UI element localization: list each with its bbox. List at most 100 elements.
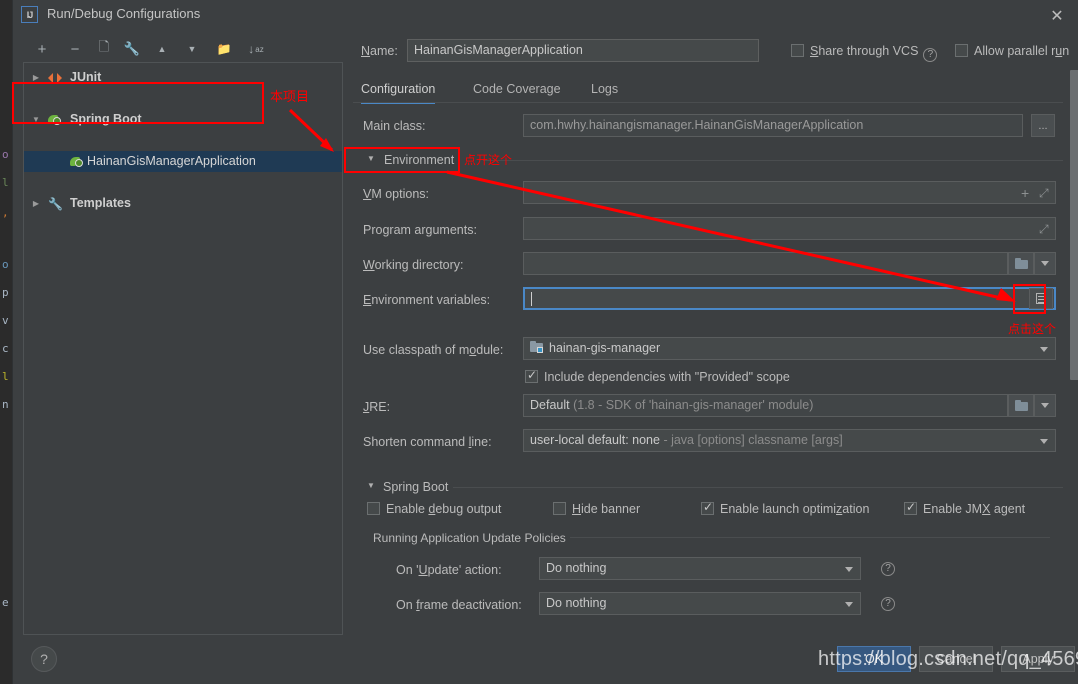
tree-item-templates[interactable]: ▶ 🔧 Templates xyxy=(24,193,342,214)
tree-item-label: Templates xyxy=(70,196,131,210)
enable-debug-output-checkbox[interactable]: Enable debug output xyxy=(367,502,501,516)
wrench-icon[interactable]: 🔧 xyxy=(121,38,143,60)
folder-icon xyxy=(1014,399,1028,411)
working-directory-browse-button[interactable] xyxy=(1008,252,1034,275)
use-classpath-combo[interactable]: hainan-gis-manager xyxy=(523,337,1056,360)
jre-combo[interactable]: Default (1.8 - SDK of 'hainan-gis-manage… xyxy=(523,394,1008,417)
on-update-action-combo[interactable]: Do nothing xyxy=(539,557,861,580)
on-frame-deactivation-combo[interactable]: Do nothing xyxy=(539,592,861,615)
jre-dropdown-button[interactable] xyxy=(1034,394,1056,417)
sort-az-icon[interactable]: ↓ az xyxy=(245,38,267,60)
shorten-command-line-combo[interactable]: user-local default: none - java [options… xyxy=(523,429,1056,452)
plus-icon[interactable]: + xyxy=(1021,185,1029,201)
chevron-down-icon xyxy=(845,602,853,607)
move-down-button[interactable]: ▼ xyxy=(181,38,203,60)
on-frame-deactivation-value: Do nothing xyxy=(546,596,607,610)
jre-label: JRE: xyxy=(363,400,391,414)
on-update-action-value: Do nothing xyxy=(546,561,607,575)
environment-variables-input[interactable] xyxy=(523,287,1056,310)
spring-boot-section-label: ▼ Spring Boot xyxy=(367,480,449,494)
wrench-icon: 🔧 xyxy=(48,197,63,211)
checkbox-box[interactable] xyxy=(955,44,968,57)
list-editor-icon xyxy=(1036,293,1046,304)
checkbox-box[interactable] xyxy=(701,500,714,515)
jre-browse-button[interactable] xyxy=(1008,394,1034,417)
main-class-browse-button[interactable]: ... xyxy=(1031,114,1055,137)
expand-diagonal-icon[interactable]: ⤢ xyxy=(1039,186,1049,201)
add-configuration-button[interactable]: + xyxy=(31,38,53,60)
question-mark-icon[interactable]: ? xyxy=(923,48,938,62)
background-editor-sliver: o l , o p v c l n e xyxy=(0,0,12,684)
text-cursor xyxy=(531,292,532,306)
title-bar: IJ Run/Debug Configurations ✕ xyxy=(13,0,1078,30)
dialog-title: Run/Debug Configurations xyxy=(47,6,201,21)
enable-launch-optimization-checkbox[interactable]: Enable launch optimization xyxy=(701,500,869,516)
tab-code-coverage[interactable]: Code Coverage xyxy=(473,78,561,102)
checkbox-box[interactable] xyxy=(525,368,538,383)
main-class-input[interactable]: com.hwhy.hainangismanager.HainanGisManag… xyxy=(523,114,1023,137)
enable-jmx-agent-checkbox[interactable]: Enable JMX agent xyxy=(904,500,1025,516)
chevron-down-icon[interactable]: ▼ xyxy=(30,109,42,130)
checkbox-box[interactable] xyxy=(367,502,380,515)
chevron-right-icon[interactable]: ▶ xyxy=(30,67,42,88)
program-arguments-input[interactable] xyxy=(523,217,1056,240)
chevron-right-icon[interactable]: ▶ xyxy=(30,193,42,214)
chevron-down-icon xyxy=(1040,439,1048,444)
chevron-down-icon xyxy=(1040,347,1048,352)
watermark-url: https://blog.csdn.net/qq_45697944 xyxy=(818,648,1078,670)
section-divider xyxy=(570,537,1050,538)
folder-icon xyxy=(1014,257,1028,269)
remove-configuration-button[interactable]: − xyxy=(64,38,86,60)
help-button[interactable]: ? xyxy=(31,646,57,672)
jre-value: Default xyxy=(530,398,570,412)
tab-configuration[interactable]: Configuration xyxy=(361,78,436,104)
shorten-command-line-hint: - java [options] classname [args] xyxy=(663,433,843,447)
copy-configuration-button[interactable]: 🗋 xyxy=(93,38,115,60)
vm-options-label: VM options: xyxy=(363,187,430,201)
spring-boot-icon xyxy=(70,155,84,169)
working-directory-dropdown-button[interactable] xyxy=(1034,252,1056,275)
vm-options-input[interactable] xyxy=(523,181,1056,204)
question-mark-icon[interactable]: ? xyxy=(881,597,895,611)
working-directory-input[interactable] xyxy=(523,252,1008,275)
section-divider xyxy=(483,160,1063,161)
use-classpath-label: Use classpath of module: xyxy=(363,343,504,357)
include-provided-label: Include dependencies with "Provided" sco… xyxy=(544,370,790,384)
tree-item-junit[interactable]: ▶ JUnit xyxy=(24,67,342,88)
intellij-idea-icon: IJ xyxy=(21,6,38,23)
name-input[interactable]: HainanGisManagerApplication xyxy=(407,39,759,62)
tree-item-spring-boot[interactable]: ▼ Spring Boot xyxy=(24,109,342,130)
chevron-down-icon[interactable]: ▼ xyxy=(367,154,375,163)
checkbox-box[interactable] xyxy=(553,502,566,515)
tab-logs[interactable]: Logs xyxy=(591,78,618,102)
chevron-down-icon xyxy=(845,567,853,572)
dialog-body: IJ Run/Debug Configurations ✕ + − 🗋 🔧 ▲ … xyxy=(12,0,1078,684)
junit-icon xyxy=(48,71,62,85)
hide-banner-checkbox[interactable]: Hide banner xyxy=(553,502,640,516)
chevron-down-icon xyxy=(1041,261,1049,266)
spring-boot-icon xyxy=(48,113,62,127)
form-scrollbar-thumb[interactable] xyxy=(1070,70,1078,380)
environment-variables-browse-button[interactable] xyxy=(1029,288,1053,309)
tree-item-hainangismanagerapplication[interactable]: HainanGisManagerApplication xyxy=(24,151,342,172)
checkbox-label: Enable debug output xyxy=(386,502,502,516)
shorten-command-line-label: Shorten command line: xyxy=(363,435,492,449)
working-directory-label: Working directory: xyxy=(363,258,464,272)
chevron-down-icon[interactable]: ▼ xyxy=(367,481,375,490)
checkbox-box[interactable] xyxy=(791,44,804,57)
include-provided-checkbox[interactable]: Include dependencies with "Provided" sco… xyxy=(525,368,790,384)
share-through-vcs-checkbox[interactable]: Share through VCS? xyxy=(791,44,938,62)
close-icon[interactable]: ✕ xyxy=(1045,4,1069,28)
move-up-button[interactable]: ▲ xyxy=(151,38,173,60)
checkbox-box[interactable] xyxy=(904,500,917,515)
on-frame-deactivation-label: On frame deactivation: xyxy=(396,598,522,612)
shorten-command-line-value: user-local default: none xyxy=(530,433,660,447)
question-mark-icon[interactable]: ? xyxy=(881,562,895,576)
expand-diagonal-icon[interactable]: ⤢ xyxy=(1039,222,1049,237)
allow-parallel-run-checkbox[interactable]: Allow parallel run xyxy=(955,44,1069,58)
run-debug-configurations-dialog: o l , o p v c l n e IJ Run/Debug Configu… xyxy=(0,0,1078,684)
main-class-label: Main class: xyxy=(363,119,426,133)
folder-plus-icon[interactable]: 📁 xyxy=(213,38,235,60)
use-classpath-value: hainan-gis-manager xyxy=(549,341,661,355)
update-policies-section-label: Running Application Update Policies xyxy=(373,531,566,545)
